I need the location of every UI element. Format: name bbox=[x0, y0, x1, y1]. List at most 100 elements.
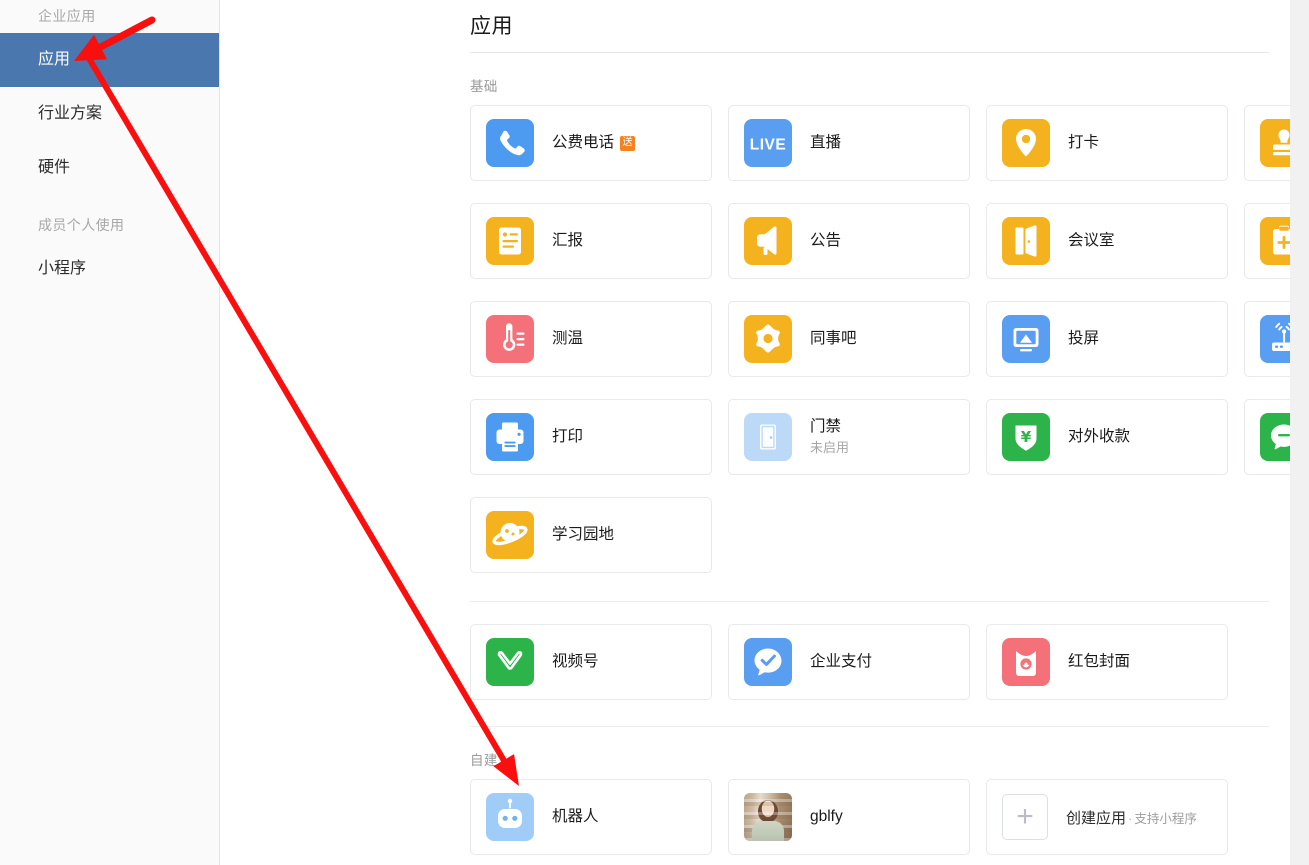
app-card[interactable]: 打印 bbox=[470, 399, 712, 475]
app-card-text: 机器人 bbox=[552, 807, 599, 827]
app-card[interactable]: gblfy bbox=[728, 779, 970, 855]
app-card-text: gblfy bbox=[810, 807, 843, 827]
app-card[interactable]: ¥ 对外收款 bbox=[986, 399, 1228, 475]
app-card-name: 公告 bbox=[810, 231, 841, 251]
robot-icon bbox=[486, 793, 534, 841]
app-card-status: 未启用 bbox=[810, 439, 849, 457]
door-access-icon bbox=[744, 413, 792, 461]
app-card-text: 企业支付 bbox=[810, 652, 872, 672]
app-card[interactable]: 测温 bbox=[470, 301, 712, 377]
sidebar-item-miniprogram[interactable]: 小程序 bbox=[0, 242, 219, 296]
app-card-name: 投屏 bbox=[1068, 329, 1099, 349]
app-card-name: 学习园地 bbox=[552, 525, 614, 545]
section-label-selfbuilt: 自建 bbox=[470, 749, 1309, 769]
sidebar-item-label: 硬件 bbox=[38, 159, 70, 176]
app-card-name: 打卡 bbox=[1068, 133, 1099, 153]
svg-text:LIVE: LIVE bbox=[750, 137, 786, 154]
section-label-basic: 基础 bbox=[470, 75, 1309, 95]
section-divider-2 bbox=[470, 726, 1269, 727]
app-card-name: 同事吧 bbox=[810, 329, 857, 349]
vertical-scrollbar-track[interactable] bbox=[1290, 0, 1309, 865]
sidebar-item-hardware[interactable]: 硬件 bbox=[0, 141, 219, 195]
app-card-name: 直播 bbox=[810, 133, 841, 153]
create-app-label: 创建应用·支持小程序 bbox=[1066, 807, 1197, 828]
app-card[interactable]: 公费电话送 bbox=[470, 105, 712, 181]
plus-icon: + bbox=[1002, 794, 1048, 840]
sidebar-item-apps[interactable]: 应用 bbox=[0, 33, 219, 87]
pay-check-icon bbox=[744, 638, 792, 686]
section-basic: 基础 公费电话送LIVE直播打卡审批汇报公告会议室健康上报测温同事吧投屏网络打印… bbox=[220, 75, 1309, 573]
app-card-text: 红包封面 bbox=[1068, 652, 1130, 672]
app-card[interactable]: 公告 bbox=[728, 203, 970, 279]
sidebar: 企业应用 应用 行业方案 硬件 成员个人使用 小程序 bbox=[0, 0, 220, 865]
gift-badge: 送 bbox=[620, 136, 635, 151]
app-card[interactable]: 学习园地 bbox=[470, 497, 712, 573]
sidebar-group-label-personal: 成员个人使用 bbox=[0, 209, 219, 242]
svg-text:¥: ¥ bbox=[1021, 428, 1032, 446]
app-card[interactable]: 打卡 bbox=[986, 105, 1228, 181]
app-card-name: 打印 bbox=[552, 427, 583, 447]
app-card[interactable]: 门禁未启用 bbox=[728, 399, 970, 475]
sidebar-item-industry-solutions[interactable]: 行业方案 bbox=[0, 87, 219, 141]
sidebar-item-label: 行业方案 bbox=[38, 105, 102, 122]
live-icon: LIVE bbox=[744, 119, 792, 167]
app-card-text: 门禁未启用 bbox=[810, 417, 849, 457]
diamond-icon bbox=[744, 315, 792, 363]
door-icon bbox=[1002, 217, 1050, 265]
section-extras: 视频号 企业支付 红包封面 bbox=[220, 602, 1309, 700]
app-card-text: 学习园地 bbox=[552, 525, 614, 545]
screen-cast-icon bbox=[1002, 315, 1050, 363]
app-card-name: 对外收款 bbox=[1068, 427, 1130, 447]
app-card-text: 打印 bbox=[552, 427, 583, 447]
app-card-text: 公费电话送 bbox=[552, 133, 635, 153]
vertical-scrollbar-thumb[interactable] bbox=[1292, 0, 1308, 270]
app-card-text: 汇报 bbox=[552, 231, 583, 251]
title-divider bbox=[470, 52, 1269, 53]
app-card[interactable]: 同事吧 bbox=[728, 301, 970, 377]
app-card[interactable]: 视频号 bbox=[470, 624, 712, 700]
app-card[interactable]: 汇报 bbox=[470, 203, 712, 279]
page-title: 应用 bbox=[220, 0, 1309, 46]
create-app-separator: · bbox=[1128, 811, 1132, 826]
red-packet-icon bbox=[1002, 638, 1050, 686]
shield-yuan-icon: ¥ bbox=[1002, 413, 1050, 461]
app-card-name: 红包封面 bbox=[1068, 652, 1130, 672]
app-card-text: 打卡 bbox=[1068, 133, 1099, 153]
create-app-text: 创建应用·支持小程序 bbox=[1066, 807, 1197, 828]
sidebar-item-label: 小程序 bbox=[38, 260, 86, 277]
channels-icon bbox=[486, 638, 534, 686]
app-grid-selfbuilt: 机器人 gblfy + 创建应用·支持小程序 bbox=[470, 779, 1309, 855]
app-card-name: 测温 bbox=[552, 329, 583, 349]
app-card[interactable]: 企业支付 bbox=[728, 624, 970, 700]
app-card-text: 同事吧 bbox=[810, 329, 857, 349]
app-card[interactable]: 机器人 bbox=[470, 779, 712, 855]
create-app-hint: 支持小程序 bbox=[1134, 812, 1197, 826]
app-card-text: 直播 bbox=[810, 133, 841, 153]
planet-icon bbox=[486, 511, 534, 559]
app-card-name: 企业支付 bbox=[810, 652, 872, 672]
sidebar-group-label-enterprise: 企业应用 bbox=[0, 0, 219, 33]
app-card-name: 机器人 bbox=[552, 807, 599, 827]
app-card-text: 公告 bbox=[810, 231, 841, 251]
app-card[interactable]: LIVE 直播 bbox=[728, 105, 970, 181]
app-grid-basic: 公费电话送LIVE直播打卡审批汇报公告会议室健康上报测温同事吧投屏网络打印门禁未… bbox=[470, 105, 1309, 573]
create-app-card[interactable]: + 创建应用·支持小程序 bbox=[986, 779, 1228, 855]
megaphone-icon bbox=[744, 217, 792, 265]
sidebar-item-label: 应用 bbox=[38, 51, 70, 68]
app-card-text: 投屏 bbox=[1068, 329, 1099, 349]
app-card[interactable]: 会议室 bbox=[986, 203, 1228, 279]
thermometer-icon bbox=[486, 315, 534, 363]
app-card-name: 会议室 bbox=[1068, 231, 1115, 251]
create-app-primary-label: 创建应用 bbox=[1066, 810, 1126, 827]
app-card[interactable]: 投屏 bbox=[986, 301, 1228, 377]
app-card-name: 门禁 bbox=[810, 417, 849, 437]
avatar-photo-overlay bbox=[744, 793, 792, 841]
app-card-text: 会议室 bbox=[1068, 231, 1115, 251]
app-grid-extras: 视频号 企业支付 红包封面 bbox=[470, 624, 1309, 700]
app-card-name: gblfy bbox=[810, 807, 843, 827]
phone-icon bbox=[486, 119, 534, 167]
app-card[interactable]: 红包封面 bbox=[986, 624, 1228, 700]
sidebar-group-enterprise: 企业应用 应用 行业方案 硬件 bbox=[0, 0, 219, 195]
user-photo-avatar bbox=[744, 793, 792, 841]
section-selfbuilt: 自建 机器人 gblfy + 创建应用·支持小程序 bbox=[220, 749, 1309, 855]
